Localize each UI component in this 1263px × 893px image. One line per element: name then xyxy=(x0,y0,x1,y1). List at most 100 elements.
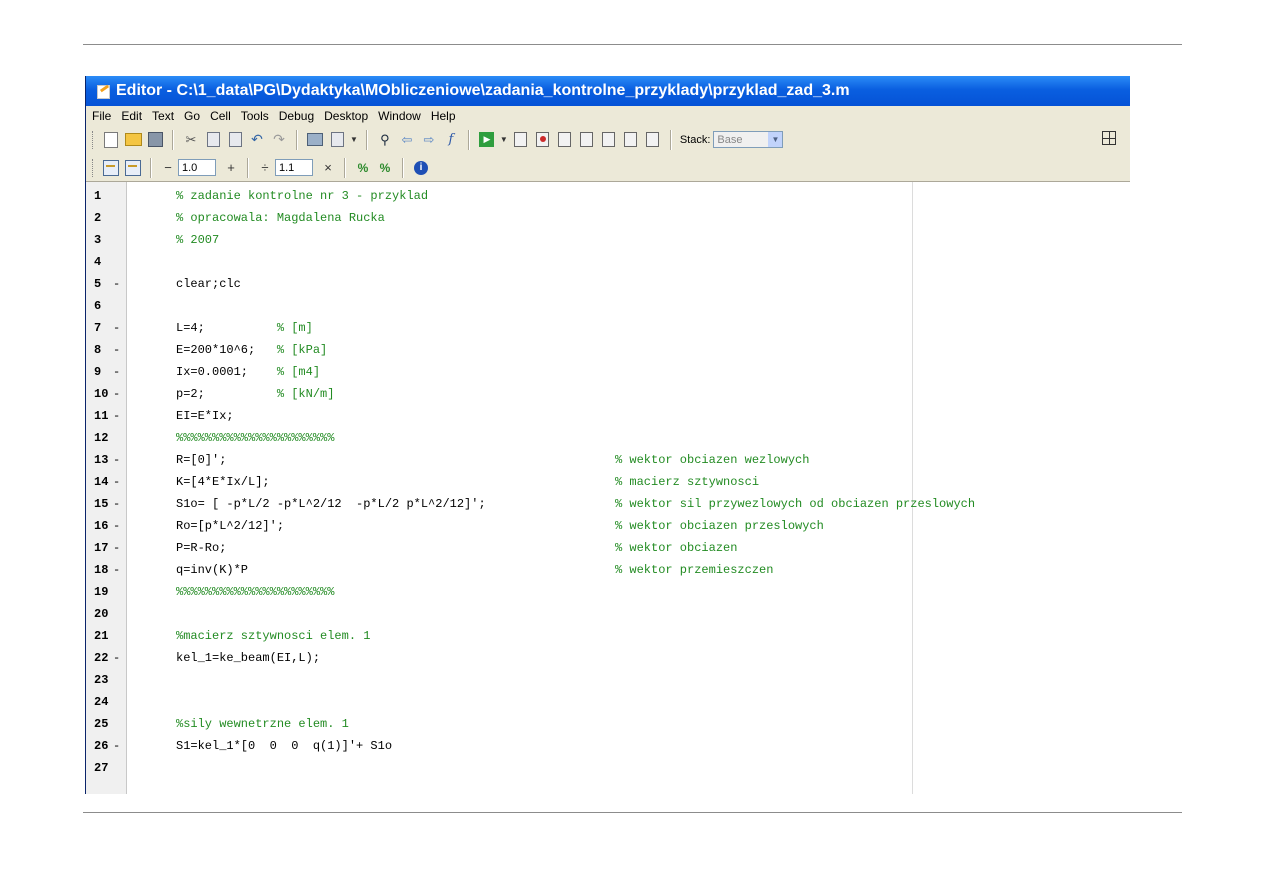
code-line[interactable]: 20 xyxy=(86,603,1130,625)
code-line[interactable]: 24 xyxy=(86,691,1130,713)
breakpoint-marker[interactable]: - xyxy=(113,559,120,581)
code-line[interactable]: 18- q=inv(K)*P% wektor przemieszczen xyxy=(86,559,1130,581)
step-in-button[interactable] xyxy=(578,131,596,149)
breakpoint-marker[interactable]: - xyxy=(113,273,120,295)
run-dropdown-icon[interactable]: ▼ xyxy=(500,135,508,144)
code-text[interactable]: K=[4*E*Ix/L]; xyxy=(176,471,270,493)
increment-button[interactable]: + xyxy=(224,160,238,175)
breakpoint-marker[interactable]: - xyxy=(113,317,120,339)
toolbar-grip[interactable] xyxy=(92,158,96,177)
code-line[interactable]: 13- R=[0]';% wektor obciazen wezlowych xyxy=(86,449,1130,471)
comment-add-button[interactable]: % xyxy=(354,159,372,177)
code-line[interactable]: 14- K=[4*E*Ix/L];% macierz sztywnosci xyxy=(86,471,1130,493)
clear-breakpoints-button[interactable] xyxy=(534,131,552,149)
find-button[interactable]: ⚲ xyxy=(376,131,394,149)
code-line[interactable]: 1 % zadanie kontrolne nr 3 - przyklad xyxy=(86,185,1130,207)
chevron-down-icon[interactable]: ▼ xyxy=(768,132,783,147)
breakpoint-marker[interactable]: - xyxy=(113,471,120,493)
code-line[interactable]: 27 xyxy=(86,757,1130,779)
code-text[interactable]: % 2007 xyxy=(176,229,219,251)
code-text[interactable]: %sily wewnetrzne elem. 1 xyxy=(176,713,349,735)
print-button[interactable] xyxy=(306,131,324,149)
eval-cell-button[interactable] xyxy=(124,159,142,177)
code-line[interactable]: 6 xyxy=(86,295,1130,317)
menu-debug[interactable]: Debug xyxy=(279,109,314,123)
paste-button[interactable] xyxy=(226,131,244,149)
menu-text[interactable]: Text xyxy=(152,109,174,123)
code-line[interactable]: 26- S1=kel_1*[0 0 0 q(1)]'+ S1o xyxy=(86,735,1130,757)
dock-layout-icon[interactable] xyxy=(1102,131,1116,145)
publish-dropdown-icon[interactable]: ▼ xyxy=(350,135,358,144)
copy-button[interactable] xyxy=(204,131,222,149)
code-text[interactable]: S1o= [ -p*L/2 -p*L^2/12 -p*L/2 p*L^2/12]… xyxy=(176,493,486,515)
code-text[interactable]: Ro=[p*L^2/12]'; xyxy=(176,515,284,537)
code-line[interactable]: 12%%%%%%%%%%%%%%%%%%%%%% xyxy=(86,427,1130,449)
code-line[interactable]: 21 %macierz sztywnosci elem. 1 xyxy=(86,625,1130,647)
code-line[interactable]: 16- Ro=[p*L^2/12]';% wektor obciazen prze… xyxy=(86,515,1130,537)
menu-desktop[interactable]: Desktop xyxy=(324,109,368,123)
divide-button[interactable]: ÷ xyxy=(258,160,272,175)
set-breakpoint-button[interactable] xyxy=(512,131,530,149)
new-file-button[interactable] xyxy=(102,131,120,149)
breakpoint-marker[interactable]: - xyxy=(113,361,120,383)
code-line[interactable]: 15- S1o= [ -p*L/2 -p*L^2/12 -p*L/2 p*L^2/… xyxy=(86,493,1130,515)
code-text[interactable]: %%%%%%%%%%%%%%%%%%%%%% xyxy=(176,427,334,449)
code-text[interactable]: P=R-Ro; xyxy=(176,537,226,559)
code-text[interactable]: L=4; % [m] xyxy=(176,317,313,339)
code-line[interactable]: 17- P=R-Ro;% wektor obciazen xyxy=(86,537,1130,559)
code-text[interactable]: Ix=0.0001; % [m4] xyxy=(176,361,320,383)
code-line[interactable]: 2 % opracowala: Magdalena Rucka xyxy=(86,207,1130,229)
menu-go[interactable]: Go xyxy=(184,109,200,123)
breakpoint-marker[interactable]: - xyxy=(113,735,120,757)
code-line[interactable]: 8- E=200*10^6; % [kPa] xyxy=(86,339,1130,361)
code-text[interactable]: E=200*10^6; % [kPa] xyxy=(176,339,327,361)
code-text[interactable]: kel_1=ke_beam(EI,L); xyxy=(176,647,320,669)
breakpoint-marker[interactable]: - xyxy=(113,449,120,471)
step-button[interactable] xyxy=(556,131,574,149)
code-text[interactable]: clear;clc xyxy=(176,273,241,295)
redo-button[interactable]: ↷ xyxy=(270,131,288,149)
insert-cell-button[interactable] xyxy=(102,159,120,177)
step-value-input[interactable]: 1.0 xyxy=(178,159,216,176)
scale-value-input[interactable]: 1.1 xyxy=(275,159,313,176)
menu-window[interactable]: Window xyxy=(378,109,421,123)
undo-button[interactable]: ↶ xyxy=(248,131,266,149)
breakpoint-marker[interactable]: - xyxy=(113,339,120,361)
menu-file[interactable]: File xyxy=(92,109,111,123)
code-line[interactable]: 5- clear;clc xyxy=(86,273,1130,295)
stack-select[interactable]: Base ▼ xyxy=(713,131,784,148)
breakpoint-marker[interactable]: - xyxy=(113,493,120,515)
code-text[interactable]: %%%%%%%%%%%%%%%%%%%%%% xyxy=(176,581,334,603)
breakpoint-marker[interactable]: - xyxy=(113,515,120,537)
menu-edit[interactable]: Edit xyxy=(121,109,142,123)
code-line[interactable]: 25 %sily wewnetrzne elem. 1 xyxy=(86,713,1130,735)
code-text[interactable]: EI=E*Ix; xyxy=(176,405,234,427)
code-line[interactable]: 19%%%%%%%%%%%%%%%%%%%%%% xyxy=(86,581,1130,603)
function-button[interactable]: f xyxy=(442,131,460,149)
code-line[interactable]: 9- Ix=0.0001; % [m4] xyxy=(86,361,1130,383)
toolbar-grip[interactable] xyxy=(92,130,96,149)
code-text[interactable]: R=[0]'; xyxy=(176,449,226,471)
breakpoint-marker[interactable]: - xyxy=(113,537,120,559)
code-text[interactable]: %macierz sztywnosci elem. 1 xyxy=(176,625,370,647)
code-line[interactable]: 23 xyxy=(86,669,1130,691)
menu-cell[interactable]: Cell xyxy=(210,109,231,123)
open-file-button[interactable] xyxy=(124,131,142,149)
run-button[interactable]: ▶ xyxy=(478,131,496,149)
cell-info-button[interactable]: i xyxy=(412,159,430,177)
code-text[interactable]: S1=kel_1*[0 0 0 q(1)]'+ S1o xyxy=(176,735,392,757)
code-text[interactable]: % opracowala: Magdalena Rucka xyxy=(176,207,385,229)
breakpoint-marker[interactable]: - xyxy=(113,383,120,405)
code-text[interactable]: q=inv(K)*P xyxy=(176,559,248,581)
breakpoint-marker[interactable]: - xyxy=(113,405,120,427)
code-line[interactable]: 3 % 2007 xyxy=(86,229,1130,251)
code-line[interactable]: 7- L=4; % [m] xyxy=(86,317,1130,339)
code-text[interactable]: % zadanie kontrolne nr 3 - przyklad xyxy=(176,185,428,207)
code-line[interactable]: 4 xyxy=(86,251,1130,273)
forward-button[interactable]: ⇨ xyxy=(420,131,438,149)
comment-remove-button[interactable]: % xyxy=(376,159,394,177)
code-text[interactable]: p=2; % [kN/m] xyxy=(176,383,334,405)
back-button[interactable]: ⇦ xyxy=(398,131,416,149)
breakpoint-marker[interactable]: - xyxy=(113,647,120,669)
publish-button[interactable] xyxy=(328,131,346,149)
